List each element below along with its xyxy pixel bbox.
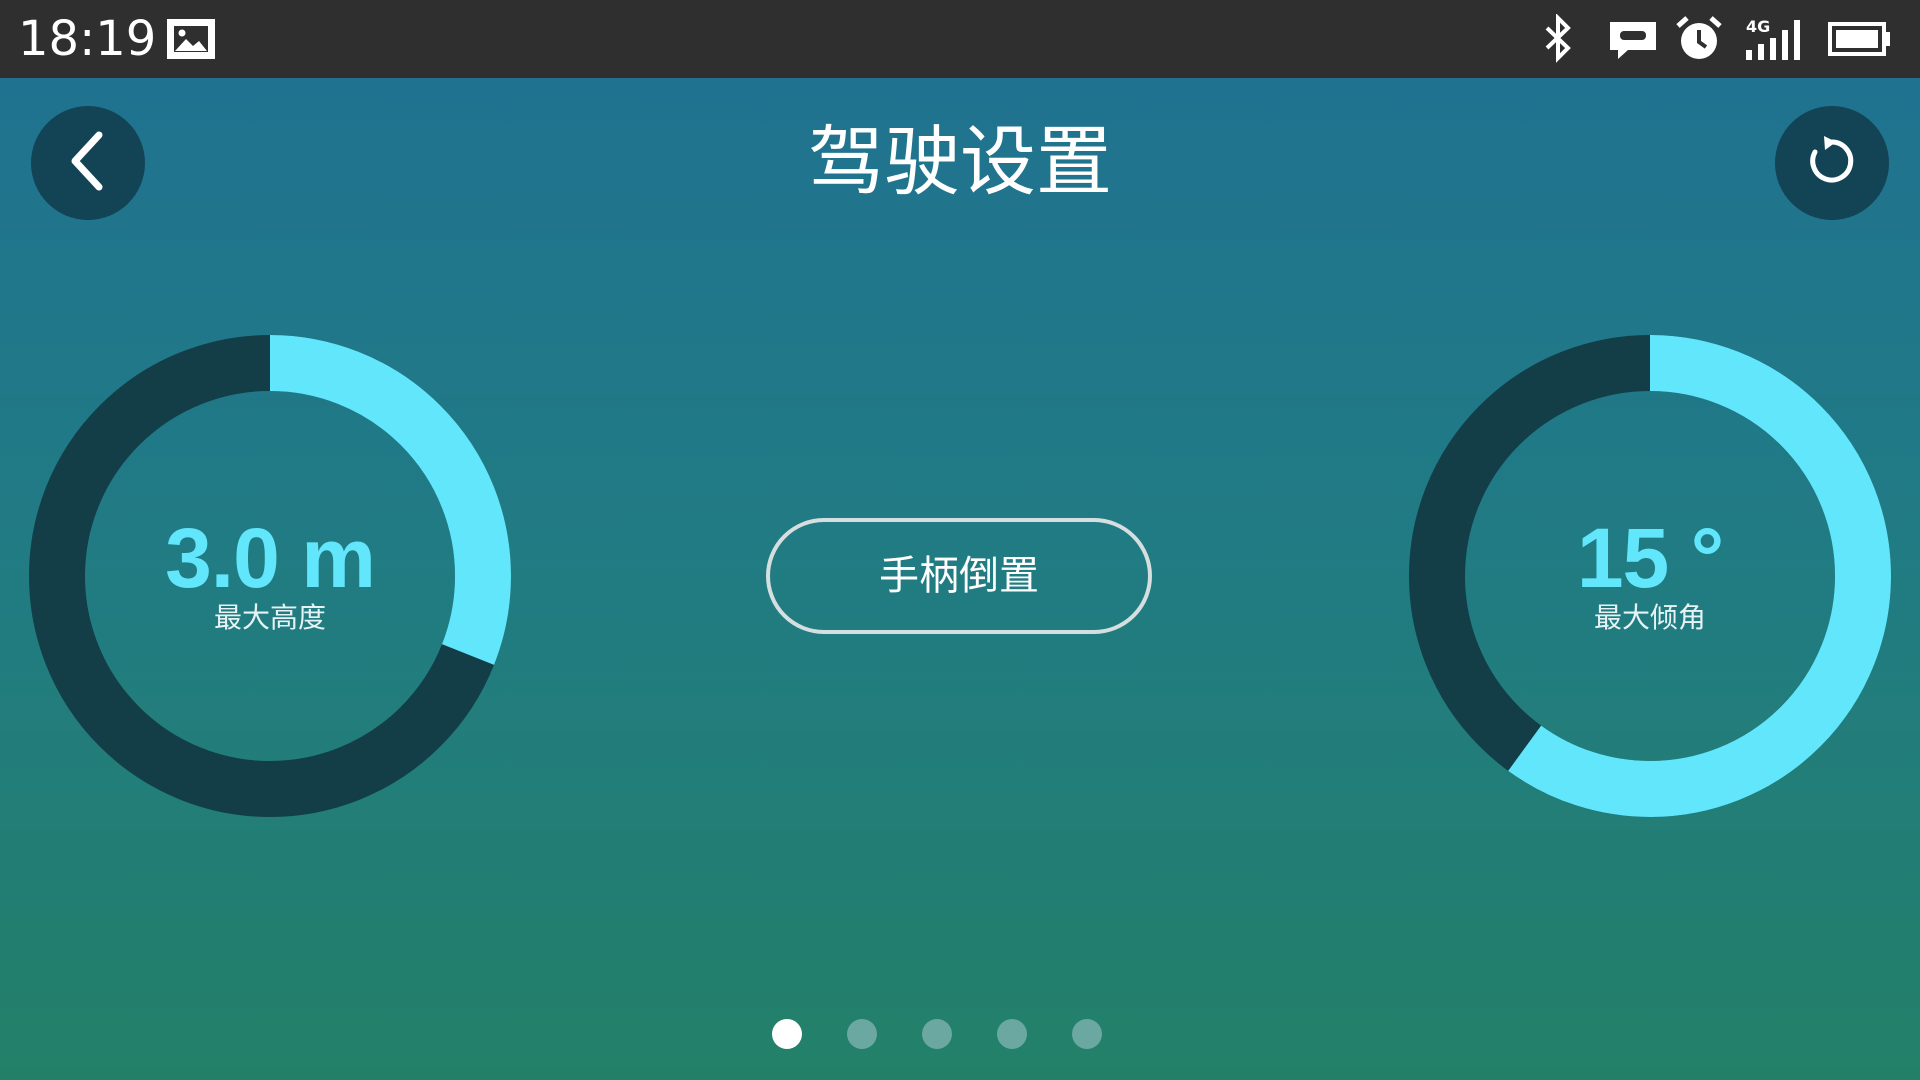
max-height-gauge[interactable]: 3.0 m 最大高度	[28, 334, 512, 818]
max-tilt-label: 最大倾角	[1593, 601, 1706, 634]
signal-4g-icon: 4G	[1744, 14, 1802, 64]
bluetooth-icon	[1540, 14, 1576, 64]
status-bar: 18:19 4G	[0, 0, 1920, 78]
alarm-icon	[1674, 14, 1724, 64]
page-dot[interactable]	[847, 1019, 877, 1049]
message-icon	[1606, 14, 1660, 64]
max-height-label: 最大高度	[213, 601, 326, 634]
back-button[interactable]	[31, 106, 145, 220]
page-dot[interactable]	[997, 1019, 1027, 1049]
page-dot[interactable]	[772, 1019, 802, 1049]
battery-icon	[1828, 14, 1892, 64]
page-title: 驾驶设置	[808, 117, 1112, 206]
image-icon	[166, 14, 216, 64]
max-tilt-gauge[interactable]: 15 ° 最大倾角	[1408, 334, 1892, 818]
reset-button[interactable]	[1775, 106, 1889, 220]
signal-label: 4G	[1746, 17, 1770, 36]
status-time: 18:19	[18, 11, 157, 67]
max-tilt-value: 15 °	[1576, 511, 1724, 605]
page-dot[interactable]	[1072, 1019, 1102, 1049]
chevron-left-icon	[63, 129, 113, 197]
reset-icon	[1804, 133, 1860, 193]
page-dot[interactable]	[922, 1019, 952, 1049]
invert-joystick-button[interactable]: 手柄倒置	[766, 518, 1152, 634]
drive-settings-screen: 18:19 4G 驾驶设置 3.0 m 最大高度 手柄倒置 15 ° 最大倾角	[0, 0, 1920, 1080]
max-height-value: 3.0 m	[165, 511, 376, 605]
